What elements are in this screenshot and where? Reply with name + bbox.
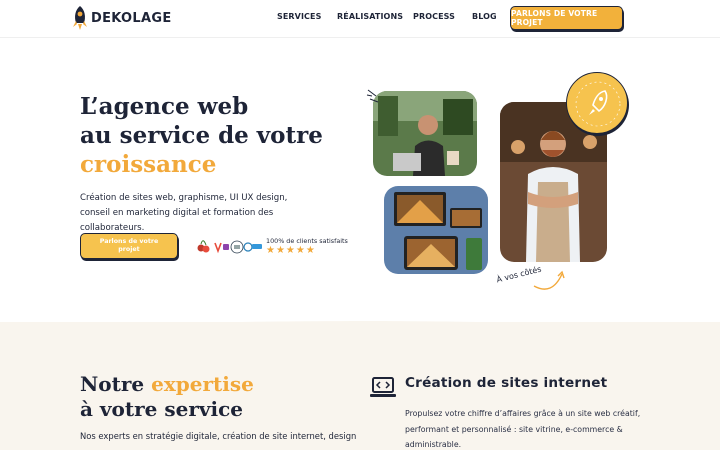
nav-process[interactable]: PROCESS [413,12,455,21]
expertise-title-accent: expertise [151,372,254,396]
expertise-title-line-2: à votre service [80,397,243,421]
hero-desc-line-1: Création de sites web, graphisme, UI UX … [80,193,288,203]
nav-blog[interactable]: BLOG [472,12,497,21]
partner-logo-va-icon [214,242,229,254]
hero-title-line-1: L’agence web [80,93,249,120]
satisfaction-text: 100% de clients satisfaits [266,237,348,245]
rocket-icon [575,81,621,127]
rating-stars: ★★★★★ [266,245,316,256]
partner-logos [197,240,262,254]
hero-description: Création de sites web, graphisme, UI UX … [80,191,340,236]
nav-services[interactable]: SERVICES [277,12,321,21]
sparkle-lines-icon [366,89,379,103]
hero-title-accent: croissance [80,151,217,178]
service-title: Création de sites internet [405,375,608,391]
partner-logo-clinic-icon [230,240,244,254]
photo-devices [384,186,488,274]
partner-logo-cherry-icon [197,240,210,253]
expertise-title: Notre expertise à votre service [80,372,254,422]
expertise-description: Nos experts en stratégie digitale, créat… [80,431,357,441]
partner-logo-lead-icon [243,242,262,252]
service-description: Propulsez votre chiffre d’affaires grâce… [405,409,641,449]
hero-desc-line-2: conseil en marketing digital et formatio… [80,208,274,233]
hero-cta-button[interactable]: Parlons de votre projet [80,233,178,259]
site-header: DEKOLAGE SERVICES RÉALISATIONS PROCESS B… [0,0,720,38]
photo-man-laptop [373,91,477,176]
code-laptop-icon [370,377,396,397]
expertise-title-prefix: Notre [80,372,152,396]
curved-arrow-icon [533,270,565,290]
nav-realisations[interactable]: RÉALISATIONS [337,12,403,21]
hero-title-line-2: au service de votre [80,122,323,149]
rocket-badge [566,72,628,134]
header-cta-button[interactable]: PARLONS DE VOTRE PROJET [510,6,623,30]
hero-title: L’agence web au service de votre croissa… [80,92,323,179]
